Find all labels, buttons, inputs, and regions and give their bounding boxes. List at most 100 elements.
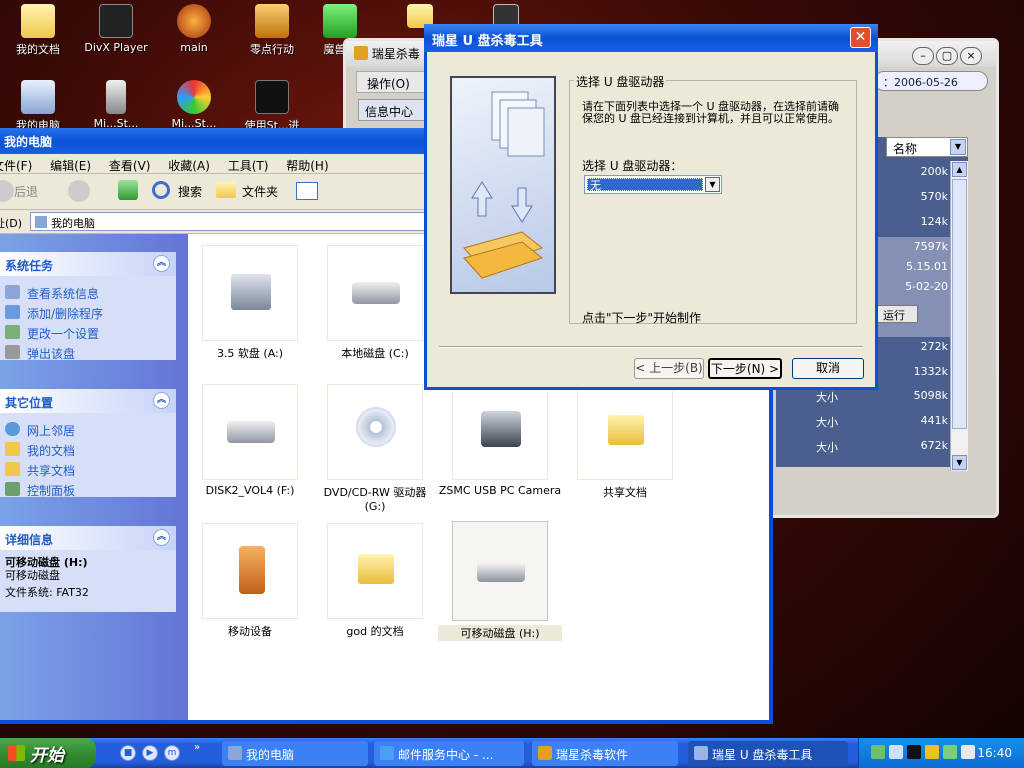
drive-local-c[interactable]: 本地磁盘 (C:)	[313, 245, 437, 361]
address-input[interactable]: 我的电脑	[30, 212, 430, 231]
forward-arrow-icon[interactable]	[68, 180, 90, 202]
drive-select-label: 选择 U 盘驱动器：	[582, 159, 683, 173]
instruction-text: 请在下面列表中选择一个 U 盘驱动器，在选择前请确保您的 U 盘已经连接到计算机…	[582, 100, 840, 125]
menu-help[interactable]: 帮助(H)	[286, 159, 328, 173]
chevron-up-icon[interactable]: ︽	[153, 529, 170, 546]
green-cube-icon	[323, 4, 357, 38]
eject-disk-link[interactable]: 弹出该盘	[0, 342, 176, 362]
desktop-icon-steam[interactable]: 使用St...进	[232, 80, 312, 133]
list-item: 大小 441k	[816, 414, 948, 429]
rising-window-controls: – ▢ ×	[912, 47, 992, 67]
network-places-link[interactable]: 网上邻居	[0, 419, 176, 439]
scroll-thumb[interactable]	[952, 179, 967, 429]
drive-dvd-g[interactable]: DVD/CD-RW 驱动器 (G:)	[313, 384, 437, 513]
messenger-icon[interactable]: m	[164, 745, 180, 761]
dvd-drive-icon	[356, 407, 396, 447]
cancel-button[interactable]: 取消	[792, 358, 864, 379]
drive-select-group: 选择 U 盘驱动器 请在下面列表中选择一个 U 盘驱动器，在选择前请确保您的 U…	[569, 73, 857, 325]
rising-run-button[interactable]: 运行	[876, 305, 918, 323]
divx-icon	[99, 4, 133, 38]
rising-update-date: ：2006-05-26	[874, 71, 988, 91]
panel-header[interactable]: 详细信息 ︽	[0, 526, 176, 550]
rising-tray-icon[interactable]	[925, 745, 939, 759]
volume-icon[interactable]	[961, 745, 975, 759]
folder-icon	[608, 415, 644, 445]
drive-select-dropdown[interactable]: 无 ▼	[584, 175, 722, 194]
quicklaunch-more-icon[interactable]: »	[194, 742, 200, 753]
rising-list-scrollbar[interactable]: ▲ ▼	[950, 161, 968, 471]
menu-favorites[interactable]: 收藏(A)	[168, 159, 210, 173]
scroll-down-icon[interactable]: ▼	[952, 455, 967, 470]
task-rising-antivirus[interactable]: 瑞星杀毒软件	[532, 741, 678, 766]
desktop-icon-main[interactable]: main	[154, 4, 234, 54]
folder-icon	[216, 182, 236, 198]
desktop-icon-divx[interactable]: DivX Player	[76, 4, 156, 54]
play-icon[interactable]	[907, 745, 921, 759]
desktop-icon-ms-1[interactable]: Mi...St...	[76, 80, 156, 130]
rising-column-header[interactable]: 名称 ▼	[886, 137, 968, 157]
shared-documents-link[interactable]: 共享文档	[0, 459, 176, 479]
control-panel-link[interactable]: 控制面板	[0, 479, 176, 499]
cursor-icon	[106, 80, 126, 114]
desktop-icon-ms-2[interactable]: Mi...St...	[154, 80, 234, 130]
add-remove-programs-link[interactable]: 添加/删除程序	[0, 302, 176, 322]
close-button[interactable]: ×	[960, 47, 982, 65]
removable-drive-icon	[477, 562, 525, 582]
desktop-icon-zero-action[interactable]: 零点行动	[232, 4, 312, 57]
device-mobile[interactable]: 移动设备	[188, 523, 312, 639]
folder-shared-documents[interactable]: 共享文档	[563, 384, 687, 500]
change-setting-link[interactable]: 更改一个设置	[0, 322, 176, 342]
chevron-up-icon[interactable]: ︽	[153, 392, 170, 409]
group-label: 选择 U 盘驱动器	[574, 73, 667, 90]
scroll-up-icon[interactable]: ▲	[952, 162, 967, 177]
menu-file[interactable]: 文件(F)	[0, 159, 32, 173]
menu-view[interactable]: 查看(V)	[109, 159, 151, 173]
minimize-button[interactable]: –	[912, 47, 934, 65]
drive-select-value: 无	[587, 178, 703, 192]
desktop-icon-my-computer[interactable]: 我的电脑	[0, 80, 78, 133]
dialog-close-button[interactable]: ✕	[850, 27, 871, 48]
view-system-info-link[interactable]: 查看系统信息	[0, 282, 176, 302]
browser-icon	[380, 746, 394, 760]
desktop-icon-my-documents[interactable]: 我的文档	[0, 4, 78, 57]
network-icon[interactable]	[871, 745, 885, 759]
chevron-down-icon[interactable]: ▼	[705, 177, 720, 192]
back-button[interactable]: 后退	[14, 183, 38, 200]
views-icon[interactable]	[296, 182, 318, 200]
panel-header[interactable]: 系统任务 ︽	[0, 252, 176, 276]
task-mail-center[interactable]: 邮件服务中心 - ...	[374, 741, 524, 766]
chevron-down-icon[interactable]: ▼	[950, 139, 966, 155]
task-my-computer[interactable]: 我的电脑	[222, 741, 368, 766]
up-folder-icon[interactable]	[118, 180, 138, 200]
rising-logo-icon	[354, 46, 368, 60]
folder-god-documents[interactable]: god 的文档	[313, 523, 437, 639]
monitor-icon[interactable]	[889, 745, 903, 759]
task-usb-antivirus[interactable]: 瑞星 U 盘杀毒工具	[688, 741, 848, 766]
search-button[interactable]: 搜索	[178, 183, 202, 200]
start-button[interactable]: 开始	[0, 738, 96, 768]
hard-drive-icon	[352, 282, 400, 304]
folder-icon	[358, 554, 394, 584]
back-arrow-icon[interactable]	[0, 180, 14, 202]
chevron-up-icon[interactable]: ︽	[153, 255, 170, 272]
system-tasks-panel: 系统任务 ︽ 查看系统信息 添加/删除程序 更改一个设置 弹出该盘	[0, 252, 176, 362]
menu-edit[interactable]: 编辑(E)	[50, 159, 91, 173]
drive-removable-h[interactable]: 可移动磁盘 (H:)	[438, 521, 562, 641]
rising-info-center-tab[interactable]: 信息中心	[358, 99, 428, 121]
usb-antivirus-dialog[interactable]: 瑞星 U 盘杀毒工具 ✕ 选择 U 盘驱动器 请在下面列表中选择一个 U 盘驱动…	[424, 24, 878, 390]
drive-floppy-a[interactable]: 3.5 软盘 (A:)	[188, 245, 312, 361]
device-usb-camera[interactable]: ZSMC USB PC Camera	[438, 384, 562, 497]
my-documents-link[interactable]: 我的文档	[0, 439, 176, 459]
menu-tools[interactable]: 工具(T)	[228, 159, 269, 173]
next-button[interactable]: 下一步(N) >	[708, 358, 782, 379]
previous-button[interactable]: < 上一步(B)	[634, 358, 704, 379]
panel-header[interactable]: 其它位置 ︽	[0, 389, 176, 413]
drive-disk2-f[interactable]: DISK2_VOL4 (F:)	[188, 384, 312, 497]
show-desktop-icon[interactable]: ■	[120, 745, 136, 761]
folders-button[interactable]: 文件夹	[242, 183, 278, 200]
media-player-icon[interactable]: ▶	[142, 745, 158, 761]
windows-logo-icon	[8, 745, 25, 761]
usb-tray-icon[interactable]	[943, 745, 957, 759]
system-tray: 16:40	[858, 738, 1024, 768]
restore-button[interactable]: ▢	[936, 47, 958, 65]
